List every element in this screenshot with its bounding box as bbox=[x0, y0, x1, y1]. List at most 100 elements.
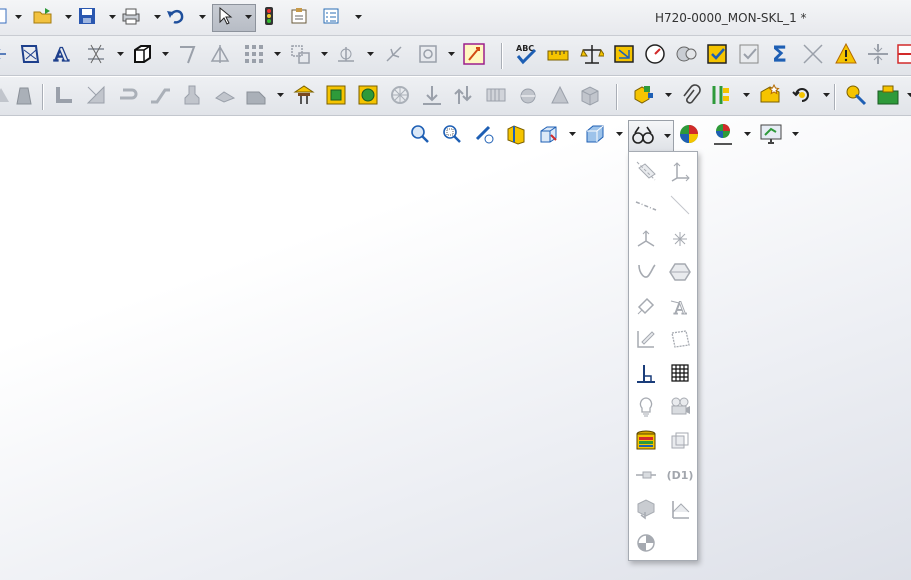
sheet-metal-corner-icon[interactable] bbox=[84, 83, 108, 107]
select-pointer-icon[interactable] bbox=[214, 5, 236, 27]
fold-icon[interactable] bbox=[244, 83, 268, 107]
insert-component-icon[interactable] bbox=[324, 83, 348, 107]
left-arrow-icon[interactable] bbox=[0, 42, 12, 66]
offset-dropdown-caret[interactable] bbox=[161, 50, 169, 58]
decals-icon[interactable] bbox=[633, 428, 659, 454]
quick-snaps-icon[interactable] bbox=[382, 42, 406, 66]
hide-show-items-button[interactable] bbox=[628, 120, 674, 152]
centerline-icon[interactable] bbox=[633, 192, 659, 218]
new-dropdown-caret[interactable] bbox=[14, 13, 22, 21]
instant2d-icon[interactable] bbox=[462, 42, 486, 66]
statistics-icon[interactable] bbox=[675, 42, 699, 66]
edit-appearance-icon[interactable] bbox=[677, 122, 701, 146]
file-properties-icon[interactable] bbox=[288, 5, 310, 27]
sum-equations-icon[interactable]: Σ bbox=[769, 42, 793, 66]
configuration-dropdown-caret[interactable] bbox=[742, 91, 750, 99]
sketch-icon[interactable] bbox=[633, 326, 659, 352]
display-style-cube-icon[interactable] bbox=[583, 122, 607, 146]
offset-cube-icon[interactable] bbox=[130, 42, 154, 66]
weld-bead-arrow-icon[interactable] bbox=[452, 83, 476, 107]
toolbox-icon[interactable] bbox=[876, 83, 900, 107]
weld-bead-icon[interactable] bbox=[633, 462, 659, 488]
surface-icon[interactable] bbox=[667, 259, 693, 285]
print-dropdown-caret[interactable] bbox=[153, 13, 161, 21]
axis-icon[interactable] bbox=[633, 158, 659, 184]
jog-icon[interactable] bbox=[213, 83, 237, 107]
weld-gaps-icon[interactable] bbox=[633, 496, 659, 522]
boss-extrude-icon[interactable] bbox=[12, 83, 36, 107]
zoom-to-fit-icon[interactable] bbox=[408, 122, 432, 146]
jog-line-icon[interactable] bbox=[176, 42, 200, 66]
split-line-icon[interactable] bbox=[896, 42, 911, 66]
plane-icon[interactable] bbox=[667, 326, 693, 352]
cameras-icon[interactable] bbox=[667, 394, 693, 420]
undo-dropdown-caret[interactable] bbox=[198, 13, 206, 21]
spell-check-icon[interactable]: ABC bbox=[514, 42, 538, 66]
dimension-icon[interactable] bbox=[633, 293, 659, 319]
pattern-dropdown-caret[interactable] bbox=[273, 50, 281, 58]
sketched-bend-icon[interactable] bbox=[148, 83, 172, 107]
assembly-components-icon[interactable] bbox=[632, 83, 656, 107]
parts-icon[interactable] bbox=[667, 428, 693, 454]
forming-tool-icon[interactable] bbox=[180, 83, 204, 107]
open-dropdown-caret[interactable] bbox=[64, 13, 72, 21]
mass-properties-icon[interactable] bbox=[580, 42, 604, 66]
paperclip-icon[interactable] bbox=[678, 83, 702, 107]
rotate-component-icon[interactable] bbox=[516, 83, 540, 107]
view-orientation-dropdown-caret[interactable] bbox=[568, 130, 576, 138]
hole-wizard-icon[interactable] bbox=[292, 83, 316, 107]
draft-analysis-icon[interactable] bbox=[738, 42, 762, 66]
temporary-axis-icon[interactable] bbox=[667, 192, 693, 218]
annotation-icon[interactable]: A bbox=[667, 293, 693, 319]
thickness-analysis-icon[interactable] bbox=[866, 42, 890, 66]
view-settings-monitor-icon[interactable] bbox=[759, 122, 783, 146]
save-icon[interactable] bbox=[76, 5, 98, 27]
check-icon[interactable] bbox=[706, 42, 730, 66]
curves-icon[interactable] bbox=[633, 259, 659, 285]
coordinate-system-icon[interactable] bbox=[667, 158, 693, 184]
configuration-icon[interactable] bbox=[710, 83, 734, 107]
print-icon[interactable] bbox=[120, 5, 142, 27]
d1-dimension-names-icon[interactable]: (D1) bbox=[667, 462, 694, 488]
base-flange-icon[interactable] bbox=[52, 83, 76, 107]
options-dropdown-caret[interactable] bbox=[354, 13, 362, 21]
move-entities-icon[interactable] bbox=[288, 42, 312, 66]
points-icon[interactable] bbox=[667, 226, 693, 252]
zoom-area-icon[interactable] bbox=[440, 122, 464, 146]
mirror-entities-icon[interactable] bbox=[208, 42, 232, 66]
display-relations-icon[interactable] bbox=[334, 42, 358, 66]
save-dropdown-caret[interactable] bbox=[108, 13, 116, 21]
origin-icon[interactable] bbox=[633, 226, 659, 252]
mate-icon[interactable] bbox=[356, 83, 380, 107]
rapid-sketch-icon[interactable] bbox=[416, 42, 440, 66]
hide-show-dropdown-caret[interactable] bbox=[663, 132, 671, 140]
view-settings-dropdown-caret[interactable] bbox=[791, 130, 799, 138]
undo-icon[interactable] bbox=[165, 5, 187, 27]
smart-fasteners-icon[interactable] bbox=[548, 83, 572, 107]
rotate-dropdown-caret[interactable] bbox=[822, 91, 830, 99]
display-style-dropdown-caret[interactable] bbox=[615, 130, 623, 138]
hide-show-items-icon[interactable] bbox=[631, 123, 655, 147]
new-document-icon[interactable] bbox=[0, 5, 12, 27]
section-view-icon[interactable] bbox=[504, 122, 528, 146]
open-folder-icon[interactable] bbox=[32, 5, 54, 27]
view-orientation-icon[interactable] bbox=[536, 122, 560, 146]
tools-wrench-icon[interactable] bbox=[844, 83, 868, 107]
trim-entities-icon[interactable] bbox=[84, 42, 108, 66]
previous-view-icon[interactable] bbox=[472, 122, 496, 146]
move-dropdown-caret[interactable] bbox=[320, 50, 328, 58]
scene-dropdown-caret[interactable] bbox=[743, 130, 751, 138]
lights-icon[interactable] bbox=[633, 394, 659, 420]
sketch-text-icon[interactable]: A bbox=[50, 42, 74, 66]
options-icon[interactable] bbox=[320, 5, 342, 27]
rotate-view-icon[interactable] bbox=[790, 83, 814, 107]
linear-pattern-icon[interactable] bbox=[242, 42, 266, 66]
deviation-analysis-icon[interactable] bbox=[801, 42, 825, 66]
new-design-icon[interactable] bbox=[758, 83, 782, 107]
hem-icon[interactable] bbox=[116, 83, 140, 107]
convert-entities-icon[interactable] bbox=[18, 42, 42, 66]
warning-icon[interactable] bbox=[834, 42, 858, 66]
select-dropdown-caret[interactable] bbox=[244, 13, 252, 21]
trim-dropdown-caret[interactable] bbox=[116, 50, 124, 58]
toolbox-dropdown-caret[interactable] bbox=[906, 91, 911, 99]
